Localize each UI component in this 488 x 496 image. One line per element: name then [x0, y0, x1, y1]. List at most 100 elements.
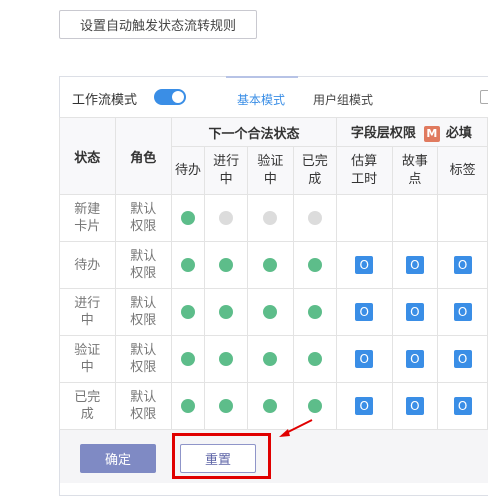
next-state-cell[interactable] — [247, 288, 294, 336]
row-role[interactable]: 默认 权限 — [114, 288, 173, 336]
table-row: 已完成默认 权限 O O O — [59, 382, 488, 430]
auto-transition-rules-button[interactable]: 设置自动触发状态流转规则 — [59, 10, 257, 39]
field-permission-cell[interactable]: O — [437, 382, 488, 430]
column-group-next-state: 下一个合法状态 — [171, 117, 337, 147]
field-permission-cell[interactable]: O — [391, 335, 439, 383]
next-state-cell[interactable] — [203, 288, 249, 336]
enabled-dot-icon[interactable] — [181, 352, 196, 366]
annotation-arrow-icon — [279, 419, 313, 437]
enabled-dot-icon[interactable] — [307, 258, 322, 272]
enabled-dot-icon[interactable] — [181, 258, 196, 272]
next-state-header: 待办 — [171, 146, 205, 195]
field-permission-cell[interactable]: O — [437, 241, 488, 289]
field-permission-label: 字段层权限 — [350, 126, 416, 142]
optional-permission-icon[interactable]: O — [405, 397, 424, 415]
field-permission-cell[interactable]: O — [391, 241, 439, 289]
next-state-header: 进行中 — [203, 146, 249, 195]
tab-user-group-mode[interactable]: 用户组模式 — [313, 91, 373, 108]
required-badge: M — [423, 125, 440, 142]
field-permission-cell[interactable]: O — [335, 241, 393, 289]
column-group-field-permission: 字段层权限 M 必填 — [335, 117, 488, 147]
option-checkbox[interactable] — [480, 90, 488, 104]
field-permission-cell[interactable]: O — [391, 382, 439, 430]
state-table-body: 新建 卡片 默认 权限 待办 默认 权限 O O O 进行中默认 权限 O O O 验证中默认 权限 O O O 已完成… — [59, 194, 488, 430]
enabled-dot-icon[interactable] — [263, 352, 278, 366]
field-permission-cell[interactable]: O — [437, 288, 488, 336]
next-state-cell[interactable] — [292, 335, 337, 383]
confirm-button[interactable]: 确定 — [80, 444, 156, 473]
optional-permission-icon[interactable]: O — [355, 397, 374, 415]
next-state-cell[interactable] — [171, 288, 205, 336]
enabled-dot-icon[interactable] — [219, 258, 234, 272]
row-role[interactable]: 默认 权限 — [114, 382, 173, 430]
field-permission-cell — [437, 194, 488, 242]
next-state-cell[interactable] — [171, 241, 205, 289]
next-state-cell[interactable] — [292, 241, 337, 289]
table-row: 验证中默认 权限 O O O — [59, 335, 488, 383]
enabled-dot-icon[interactable] — [219, 399, 234, 413]
optional-permission-icon[interactable]: O — [355, 303, 374, 321]
enabled-dot-icon[interactable] — [263, 305, 278, 319]
field-permission-cell[interactable]: O — [391, 288, 439, 336]
next-state-cell[interactable] — [203, 241, 249, 289]
row-role[interactable]: 默认 权限 — [114, 335, 173, 383]
row-role[interactable]: 默认 权限 — [114, 194, 173, 242]
field-permission-cell[interactable]: O — [335, 288, 393, 336]
next-state-cell[interactable] — [171, 382, 205, 430]
disabled-dot-icon[interactable] — [263, 211, 278, 225]
next-state-cell[interactable] — [292, 288, 337, 336]
field-permission-cell[interactable]: O — [335, 335, 393, 383]
enabled-dot-icon[interactable] — [263, 399, 278, 413]
next-state-cell[interactable] — [203, 194, 249, 242]
field-permission-cell[interactable]: O — [335, 382, 393, 430]
enabled-dot-icon[interactable] — [219, 352, 234, 366]
tab-basic-mode[interactable]: 基本模式 — [237, 91, 285, 108]
optional-permission-icon[interactable]: O — [405, 303, 424, 321]
row-role[interactable]: 默认 权限 — [114, 241, 173, 289]
active-tab-indicator — [226, 76, 298, 78]
next-state-header: 已完成 — [292, 146, 337, 195]
next-state-cell[interactable] — [247, 335, 294, 383]
reset-highlight-box — [172, 433, 271, 479]
optional-permission-icon[interactable]: O — [453, 256, 472, 274]
next-state-cell[interactable] — [292, 194, 337, 242]
field-header: 标签 — [437, 146, 488, 195]
enabled-dot-icon[interactable] — [181, 399, 196, 413]
disabled-dot-icon[interactable] — [307, 211, 322, 225]
next-state-cell[interactable] — [247, 194, 294, 242]
next-state-cell[interactable] — [203, 335, 249, 383]
field-permission-cell — [391, 194, 439, 242]
required-label: 必填 — [445, 126, 472, 142]
optional-permission-icon[interactable]: O — [453, 350, 472, 368]
optional-permission-icon[interactable]: O — [453, 303, 472, 321]
next-state-cell[interactable] — [247, 241, 294, 289]
disabled-dot-icon[interactable] — [219, 211, 234, 225]
next-state-cell[interactable] — [203, 382, 249, 430]
state-permission-table: 状态 角色 下一个合法状态 字段层权限 M 必填 待办 进行中验证中已完成估算 工时 故事… — [59, 117, 488, 430]
optional-permission-icon[interactable]: O — [405, 350, 424, 368]
field-permission-cell[interactable]: O — [437, 335, 488, 383]
enabled-dot-icon[interactable] — [219, 305, 234, 319]
field-header: 估算 工时 — [335, 146, 393, 195]
optional-permission-icon[interactable]: O — [405, 256, 424, 274]
next-state-header: 验证中 — [247, 146, 294, 195]
workflow-mode-toggle[interactable] — [154, 89, 186, 105]
enabled-dot-icon[interactable] — [307, 399, 322, 413]
enabled-dot-icon[interactable] — [181, 305, 196, 319]
optional-permission-icon[interactable]: O — [355, 350, 374, 368]
enabled-dot-icon[interactable] — [181, 211, 196, 225]
row-state: 进行中 — [59, 288, 116, 336]
toggle-knob — [172, 91, 184, 103]
optional-permission-icon[interactable]: O — [355, 256, 374, 274]
row-state: 待办 — [59, 241, 116, 289]
enabled-dot-icon[interactable] — [307, 305, 322, 319]
enabled-dot-icon[interactable] — [307, 352, 322, 366]
optional-permission-icon[interactable]: O — [453, 397, 472, 415]
field-header: 故事点 — [391, 146, 439, 195]
next-state-cell[interactable] — [171, 335, 205, 383]
row-state: 验证中 — [59, 335, 116, 383]
table-row: 新建 卡片 默认 权限 — [59, 194, 488, 242]
next-state-cell[interactable] — [171, 194, 205, 242]
enabled-dot-icon[interactable] — [263, 258, 278, 272]
field-permission-cell — [335, 194, 393, 242]
